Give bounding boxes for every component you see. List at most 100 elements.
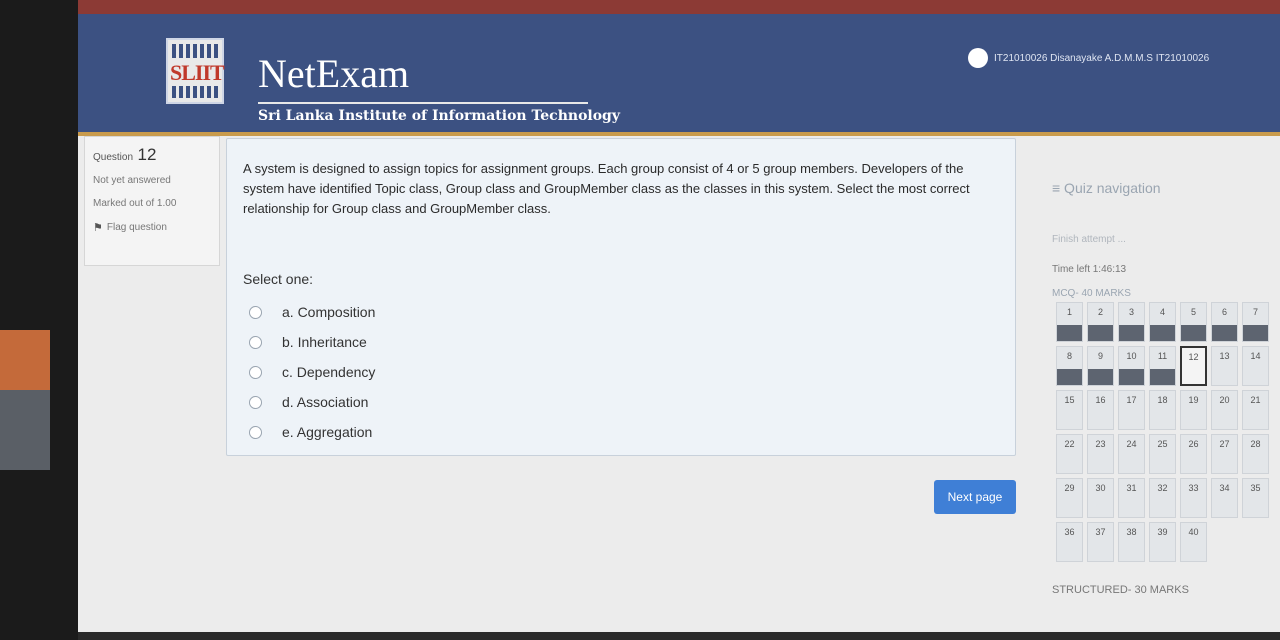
nav-question-button[interactable]: 19 bbox=[1180, 390, 1207, 430]
nav-question-button[interactable]: 14 bbox=[1242, 346, 1269, 386]
nav-question-number[interactable]: 28 bbox=[1243, 439, 1268, 449]
nav-question-number[interactable]: 12 bbox=[1182, 352, 1205, 362]
nav-question-button[interactable]: 34 bbox=[1211, 478, 1238, 518]
nav-question-number[interactable]: 26 bbox=[1181, 439, 1206, 449]
nav-question-number[interactable]: 18 bbox=[1150, 395, 1175, 405]
nav-question-button[interactable]: 7 bbox=[1242, 302, 1269, 342]
option-label[interactable]: d. Association bbox=[282, 394, 368, 410]
nav-question-number[interactable]: 8 bbox=[1057, 351, 1082, 361]
nav-question-button[interactable]: 10 bbox=[1118, 346, 1145, 386]
nav-question-number[interactable]: 39 bbox=[1150, 527, 1175, 537]
flag-icon[interactable]: ⚑ bbox=[93, 221, 103, 234]
nav-question-button[interactable]: 20 bbox=[1211, 390, 1238, 430]
radio-button[interactable] bbox=[249, 335, 262, 349]
nav-question-number[interactable]: 27 bbox=[1212, 439, 1237, 449]
nav-question-button[interactable]: 6 bbox=[1211, 302, 1238, 342]
answer-option[interactable]: c. Dependency bbox=[249, 357, 375, 387]
nav-question-button[interactable]: 1 bbox=[1056, 302, 1083, 342]
nav-question-number[interactable]: 2 bbox=[1088, 307, 1113, 317]
answer-option[interactable]: d. Association bbox=[249, 387, 375, 417]
nav-question-button[interactable]: 9 bbox=[1087, 346, 1114, 386]
nav-question-button[interactable]: 4 bbox=[1149, 302, 1176, 342]
sliit-logo[interactable]: SLIIT bbox=[166, 38, 225, 104]
nav-question-number[interactable]: 33 bbox=[1181, 483, 1206, 493]
nav-question-number[interactable]: 22 bbox=[1057, 439, 1082, 449]
nav-question-number[interactable]: 38 bbox=[1119, 527, 1144, 537]
nav-question-button[interactable]: 17 bbox=[1118, 390, 1145, 430]
nav-question-button[interactable]: 23 bbox=[1087, 434, 1114, 474]
nav-question-button[interactable]: 27 bbox=[1211, 434, 1238, 474]
nav-question-button[interactable]: 21 bbox=[1242, 390, 1269, 430]
nav-question-button[interactable]: 30 bbox=[1087, 478, 1114, 518]
flag-question-label[interactable]: Flag question bbox=[107, 222, 167, 233]
nav-question-number[interactable]: 3 bbox=[1119, 307, 1144, 317]
nav-question-button[interactable]: 24 bbox=[1118, 434, 1145, 474]
option-label[interactable]: c. Dependency bbox=[282, 364, 375, 380]
user-menu[interactable]: IT21010026 Disanayake A.D.M.M.S IT210100… bbox=[968, 48, 1209, 68]
nav-question-number[interactable]: 35 bbox=[1243, 483, 1268, 493]
nav-question-button[interactable]: 18 bbox=[1149, 390, 1176, 430]
nav-question-number[interactable]: 34 bbox=[1212, 483, 1237, 493]
radio-button[interactable] bbox=[249, 305, 262, 319]
finish-attempt-link[interactable]: Finish attempt ... bbox=[1052, 234, 1126, 245]
nav-question-button[interactable]: 8 bbox=[1056, 346, 1083, 386]
nav-question-number[interactable]: 1 bbox=[1057, 307, 1082, 317]
nav-question-button[interactable]: 35 bbox=[1242, 478, 1269, 518]
nav-question-button[interactable]: 25 bbox=[1149, 434, 1176, 474]
radio-button[interactable] bbox=[249, 365, 262, 379]
nav-question-button[interactable]: 11 bbox=[1149, 346, 1176, 386]
nav-question-button[interactable]: 37 bbox=[1087, 522, 1114, 562]
nav-question-button[interactable]: 36 bbox=[1056, 522, 1083, 562]
user-name[interactable]: IT21010026 Disanayake A.D.M.M.S IT210100… bbox=[994, 53, 1209, 64]
nav-question-button[interactable]: 26 bbox=[1180, 434, 1207, 474]
nav-question-button[interactable]: 22 bbox=[1056, 434, 1083, 474]
nav-question-button[interactable]: 29 bbox=[1056, 478, 1083, 518]
nav-question-button[interactable]: 2 bbox=[1087, 302, 1114, 342]
nav-question-number[interactable]: 10 bbox=[1119, 351, 1144, 361]
nav-question-button[interactable]: 16 bbox=[1087, 390, 1114, 430]
nav-question-number[interactable]: 25 bbox=[1150, 439, 1175, 449]
nav-question-button[interactable]: 5 bbox=[1180, 302, 1207, 342]
nav-question-button[interactable]: 32 bbox=[1149, 478, 1176, 518]
nav-question-button[interactable]: 28 bbox=[1242, 434, 1269, 474]
next-page-button[interactable]: Next page bbox=[934, 480, 1016, 514]
option-label[interactable]: a. Composition bbox=[282, 304, 375, 320]
nav-question-button[interactable]: 38 bbox=[1118, 522, 1145, 562]
nav-question-number[interactable]: 5 bbox=[1181, 307, 1206, 317]
nav-question-button[interactable]: 12 bbox=[1180, 346, 1207, 386]
nav-question-number[interactable]: 36 bbox=[1057, 527, 1082, 537]
nav-question-number[interactable]: 19 bbox=[1181, 395, 1206, 405]
nav-question-number[interactable]: 7 bbox=[1243, 307, 1268, 317]
nav-question-number[interactable]: 37 bbox=[1088, 527, 1113, 537]
nav-question-number[interactable]: 40 bbox=[1181, 527, 1206, 537]
nav-question-number[interactable]: 20 bbox=[1212, 395, 1237, 405]
nav-question-number[interactable]: 24 bbox=[1119, 439, 1144, 449]
nav-question-number[interactable]: 9 bbox=[1088, 351, 1113, 361]
nav-question-number[interactable]: 23 bbox=[1088, 439, 1113, 449]
flag-question-link[interactable]: ⚑ Flag question bbox=[93, 221, 211, 234]
nav-question-number[interactable]: 11 bbox=[1150, 351, 1175, 361]
nav-question-number[interactable]: 6 bbox=[1212, 307, 1237, 317]
nav-question-number[interactable]: 14 bbox=[1243, 351, 1268, 361]
answer-option[interactable]: b. Inheritance bbox=[249, 327, 375, 357]
nav-question-number[interactable]: 17 bbox=[1119, 395, 1144, 405]
nav-question-number[interactable]: 30 bbox=[1088, 483, 1113, 493]
nav-question-number[interactable]: 29 bbox=[1057, 483, 1082, 493]
nav-question-button[interactable]: 15 bbox=[1056, 390, 1083, 430]
nav-question-number[interactable]: 31 bbox=[1119, 483, 1144, 493]
radio-button[interactable] bbox=[249, 425, 262, 439]
answer-option[interactable]: e. Aggregation bbox=[249, 417, 375, 447]
option-label[interactable]: e. Aggregation bbox=[282, 424, 372, 440]
option-label[interactable]: b. Inheritance bbox=[282, 334, 367, 350]
nav-question-number[interactable]: 4 bbox=[1150, 307, 1175, 317]
nav-question-button[interactable]: 40 bbox=[1180, 522, 1207, 562]
nav-question-number[interactable]: 15 bbox=[1057, 395, 1082, 405]
radio-button[interactable] bbox=[249, 395, 262, 409]
nav-question-button[interactable]: 39 bbox=[1149, 522, 1176, 562]
nav-question-number[interactable]: 21 bbox=[1243, 395, 1268, 405]
nav-question-button[interactable]: 3 bbox=[1118, 302, 1145, 342]
nav-question-number[interactable]: 13 bbox=[1212, 351, 1237, 361]
nav-question-button[interactable]: 31 bbox=[1118, 478, 1145, 518]
nav-question-number[interactable]: 32 bbox=[1150, 483, 1175, 493]
avatar[interactable] bbox=[968, 48, 988, 68]
